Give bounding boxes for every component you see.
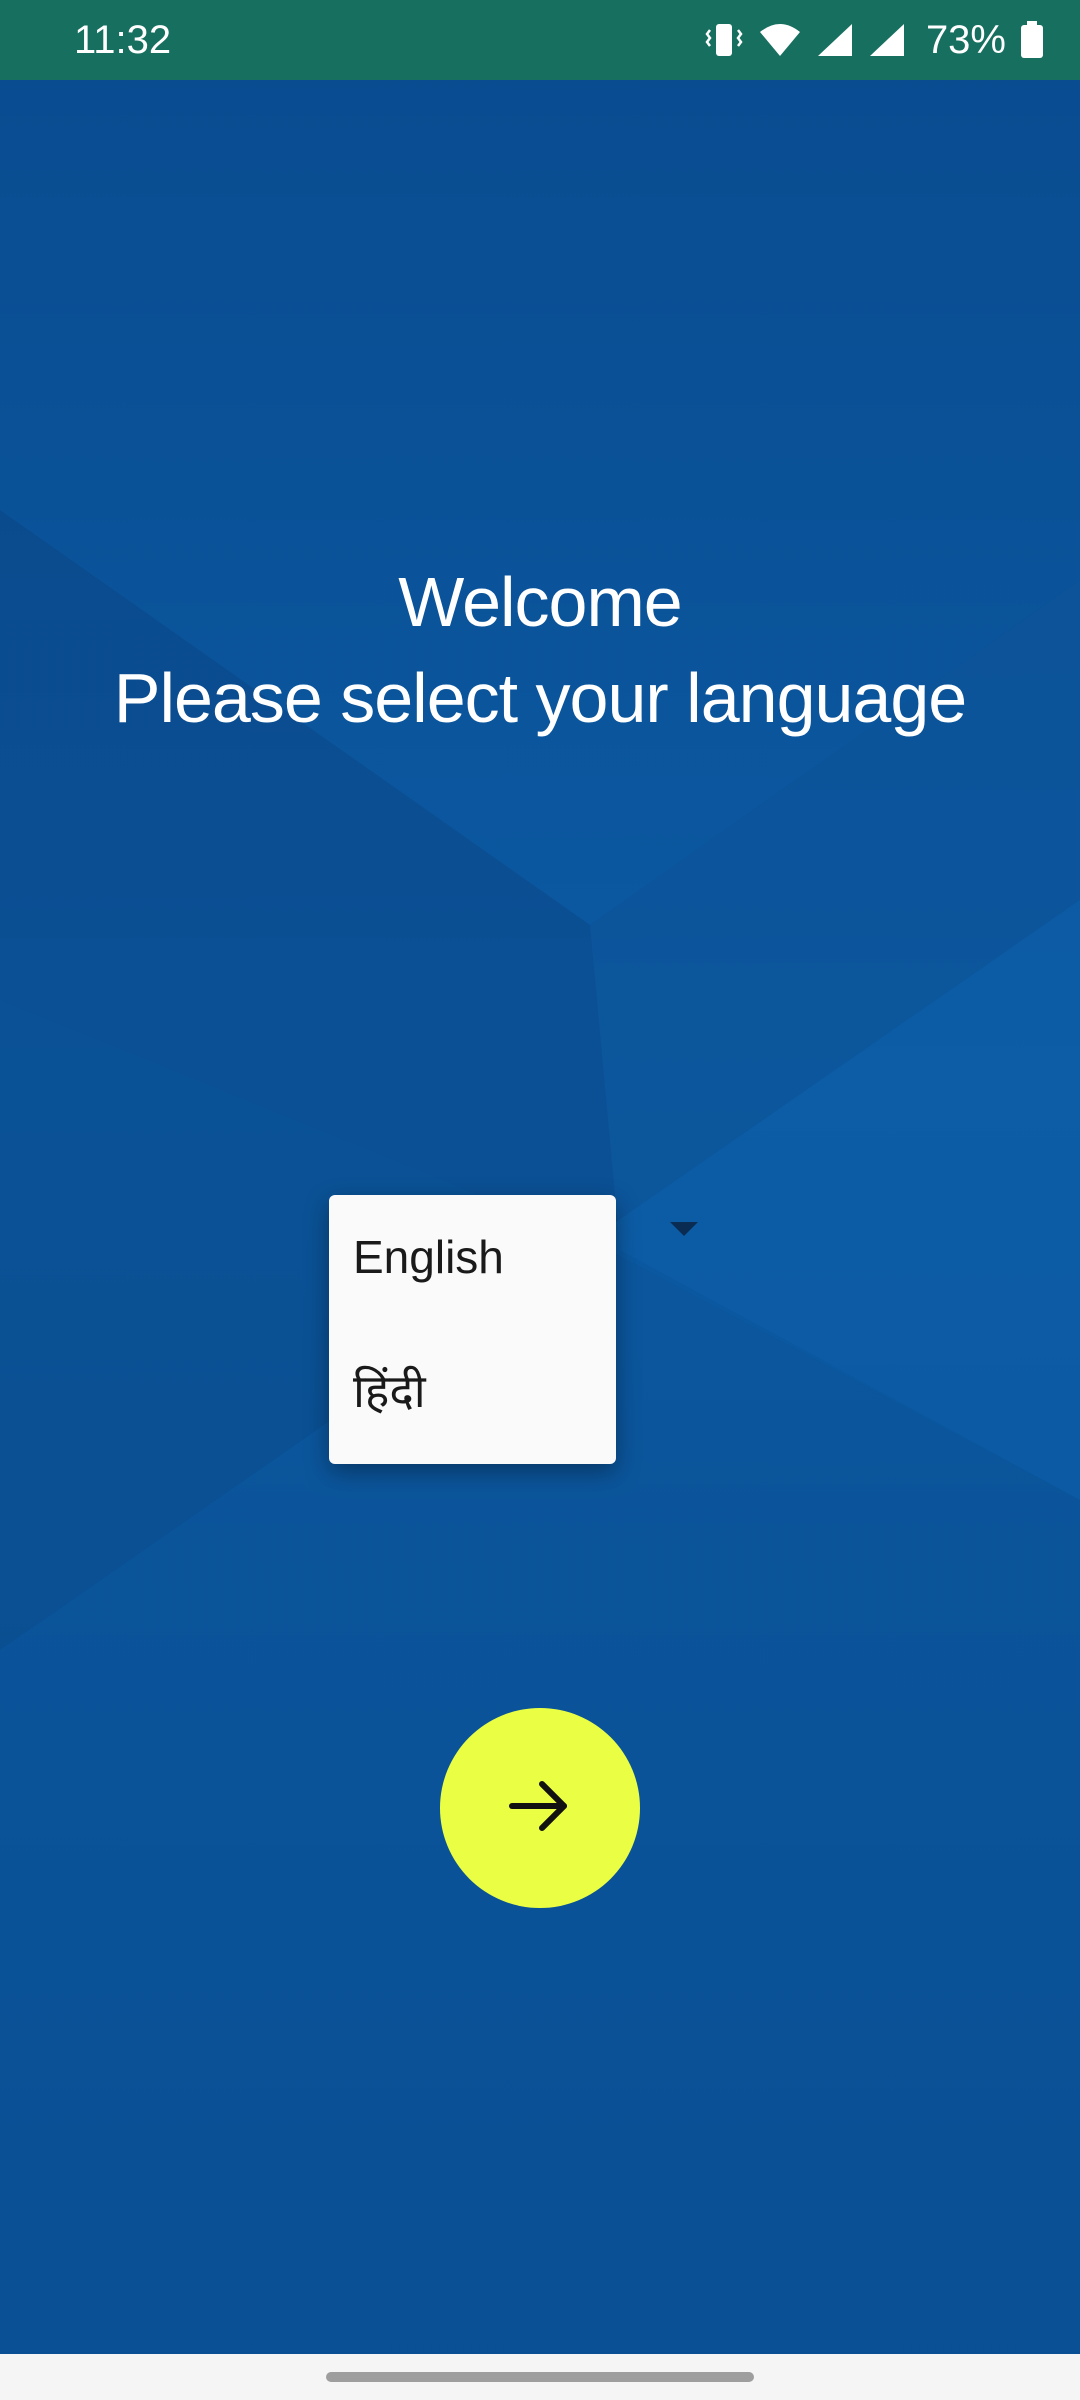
next-button[interactable] [440,1708,640,1908]
signal-icon [868,22,906,58]
wifi-icon [758,22,802,58]
language-option-hindi[interactable]: हिंदी [353,1351,603,1431]
status-time: 11:32 [74,18,172,62]
language-dropdown-menu: English हिंदी [329,1195,616,1464]
home-gesture-handle[interactable] [326,2372,754,2382]
arrow-right-icon [508,1778,572,1839]
status-icons: 73% [704,18,1044,62]
welcome-title: Welcome [398,563,682,641]
language-prompt: Please select your language [113,659,967,737]
navigation-bar [0,2354,1080,2400]
dropdown-arrow-icon[interactable] [670,1222,698,1236]
battery-icon [1020,21,1044,59]
status-bar: 11:32 73% [0,0,1080,80]
language-option-english[interactable]: English [353,1217,603,1297]
battery-percent: 73% [925,18,1006,62]
vibrate-icon [704,22,744,58]
signal-icon [816,22,854,58]
